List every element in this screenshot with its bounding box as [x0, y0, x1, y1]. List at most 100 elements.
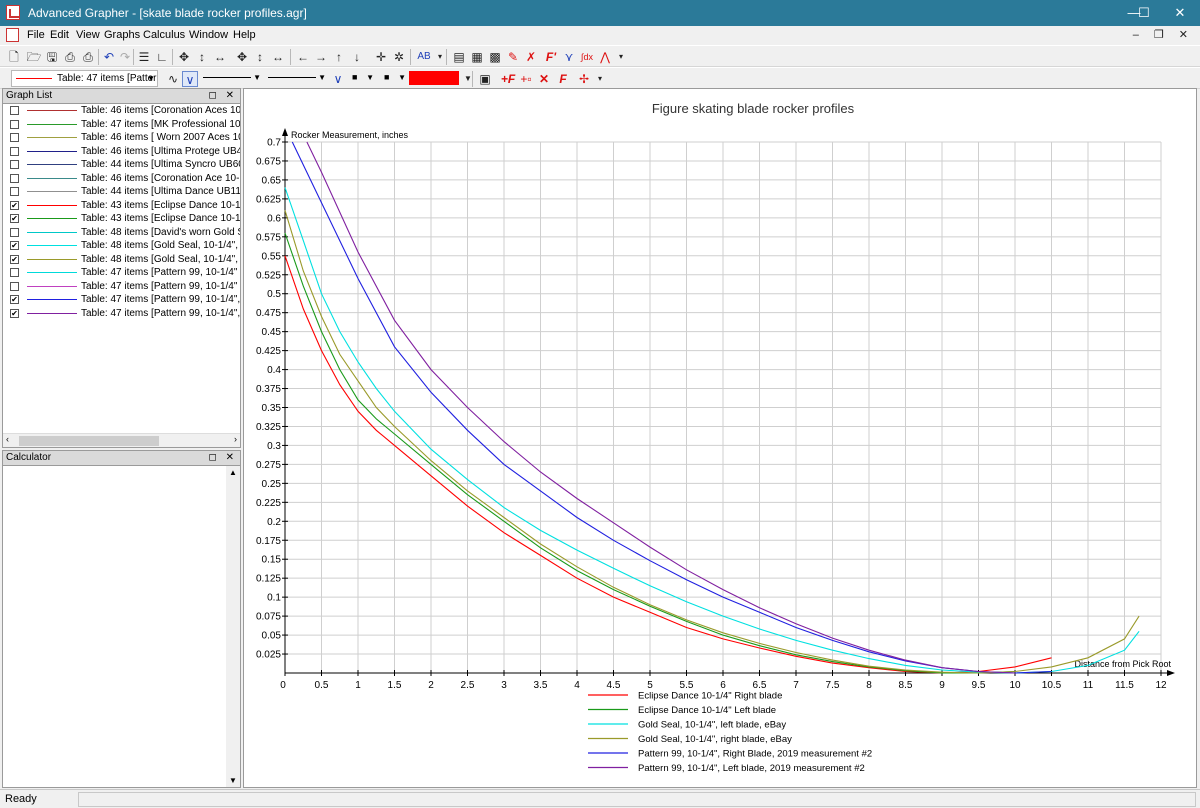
graph-list-item[interactable]: Table: 47 items [Pattern 99, 10-1/4" Rig…	[3, 266, 240, 280]
menu-edit[interactable]: Edit	[50, 29, 69, 41]
scroll-left-icon[interactable]: ←	[295, 49, 311, 65]
scroll-down-arrow-icon[interactable]: ▼	[229, 776, 237, 785]
print-preview-icon[interactable]: ⎙	[62, 49, 78, 65]
visibility-checkbox[interactable]	[10, 106, 19, 115]
visibility-checkbox[interactable]	[10, 173, 19, 183]
open-folder-icon[interactable]: 🗁	[26, 49, 42, 65]
visibility-checkbox[interactable]	[10, 268, 19, 277]
horizontal-scrollbar[interactable]: ‹ ›	[3, 433, 240, 447]
graph-list-item[interactable]: Table: 47 items [MK Professional 10-1/4"	[3, 118, 240, 132]
dropdown-arrow-icon[interactable]: ▾	[613, 49, 629, 65]
close-button[interactable]: ✕	[1158, 0, 1200, 26]
integral-icon[interactable]: ∫dx	[579, 49, 595, 65]
text-label-icon[interactable]: AB	[416, 49, 432, 65]
redo-icon[interactable]: ↷	[117, 49, 133, 65]
scroll-left-arrow-icon[interactable]: ‹	[6, 434, 9, 444]
panel-buttons[interactable]: ◻ ✕	[209, 451, 237, 465]
visibility-checkbox[interactable]	[10, 119, 19, 129]
edit-function-icon[interactable]: F	[555, 71, 571, 87]
graph-list-item[interactable]: Table: 44 items [Ultima Dance UB115 10-1	[3, 185, 240, 199]
visibility-checkbox[interactable]: ✔	[10, 200, 19, 210]
visibility-checkbox[interactable]: ✔	[10, 295, 19, 304]
scroll-right-icon[interactable]: →	[313, 49, 329, 65]
menu-window[interactable]: Window	[189, 29, 228, 41]
intersection-icon[interactable]: ✗	[523, 49, 539, 65]
graph-list-item[interactable]: Table: 46 items [ Worn 2007 Aces 10-1/2"	[3, 131, 240, 145]
axes-icon[interactable]: ∟	[154, 49, 170, 65]
delete-graph-icon[interactable]: ✕	[536, 71, 552, 87]
dropdown-arrow-icon[interactable]: ▾	[592, 71, 608, 87]
menu-view[interactable]: View	[76, 29, 100, 41]
tangent-icon[interactable]: ⋎	[561, 49, 577, 65]
zoom-vertical-icon[interactable]: ↕	[252, 49, 268, 65]
line-mode-icon[interactable]: ∨	[182, 71, 198, 87]
line-width-dropdown[interactable]: ▼	[266, 70, 328, 87]
move-icon[interactable]: ✥	[176, 49, 192, 65]
visibility-checkbox[interactable]	[10, 133, 19, 142]
auto-scale-icon[interactable]: ✲	[391, 49, 407, 65]
scroll-right-arrow-icon[interactable]: ›	[234, 434, 237, 444]
analysis-icon[interactable]: ⋀	[597, 49, 613, 65]
calculator-icon[interactable]: ▦	[469, 49, 485, 65]
vertical-scrollbar[interactable]: ▲ ▼	[226, 466, 240, 787]
graph-list-item[interactable]: ✔ Table: 48 items [Gold Seal, 10-1/4", ri…	[3, 253, 240, 267]
print-icon[interactable]: ⎙	[80, 49, 96, 65]
graph-list-item[interactable]: ✔ Table: 43 items [Eclipse Dance 10-1/4" …	[3, 212, 240, 226]
trace-icon[interactable]: ✢	[576, 71, 592, 87]
vertical-move-icon[interactable]: ↕	[194, 49, 210, 65]
curve-style-icon[interactable]: ∿	[165, 71, 181, 87]
point-mode-icon[interactable]: ∨	[330, 71, 346, 87]
menu-calculus[interactable]: Calculus	[143, 29, 185, 41]
chevron-down-icon[interactable]: ▼	[460, 71, 476, 87]
scroll-up-icon[interactable]: ↑	[331, 49, 347, 65]
visibility-checkbox[interactable]	[10, 187, 19, 196]
horizontal-move-icon[interactable]: ↔	[212, 49, 228, 65]
graph-selector-dropdown[interactable]: Table: 47 items [Pattern 99 ▼	[11, 70, 158, 87]
new-file-icon[interactable]: 🗋	[6, 49, 22, 65]
graph-list-item[interactable]: ✔ Table: 48 items [Gold Seal, 10-1/4", le…	[3, 239, 240, 253]
center-icon[interactable]: ✛	[373, 49, 389, 65]
marker-dropdown[interactable]: ■ ▼	[348, 70, 376, 87]
graph-canvas[interactable]: Figure skating blade rocker profiles 0 0.5…	[243, 88, 1197, 788]
table-icon[interactable]: ▩	[487, 49, 503, 65]
visibility-checkbox[interactable]: ✔	[10, 254, 19, 264]
save-icon[interactable]: 🖫	[44, 49, 60, 65]
graph-list-item[interactable]: ✔ Table: 47 items [Pattern 99, 10-1/4", L…	[3, 307, 240, 321]
graph-properties-icon[interactable]: ▤	[451, 49, 467, 65]
graph-list-item[interactable]: Table: 48 items [David's worn Gold Seal …	[3, 226, 240, 240]
zoom-horizontal-icon[interactable]: ↔	[270, 49, 286, 65]
add-table-icon[interactable]: +▫	[518, 71, 534, 87]
graph-list-item[interactable]: Table: 44 items [Ultima Syncro UB60 10-1…	[3, 158, 240, 172]
panel-buttons[interactable]: ◻ ✕	[209, 89, 237, 103]
visibility-checkbox[interactable]: ✔	[10, 214, 19, 223]
evaluate-icon[interactable]: ✎	[505, 49, 521, 65]
graph-list-item[interactable]: Table: 47 items [Pattern 99, 10-1/4" Lef…	[3, 280, 240, 294]
scroll-up-arrow-icon[interactable]: ▲	[229, 468, 237, 477]
visibility-checkbox[interactable]: ✔	[10, 241, 19, 250]
visibility-checkbox[interactable]	[10, 281, 19, 291]
graph-list-item[interactable]: Table: 46 items [Coronation Aces 10-1/4"	[3, 104, 240, 118]
graph-list-item[interactable]: Table: 46 items [Coronation Ace 10-1/2" …	[3, 172, 240, 186]
visibility-checkbox[interactable]	[10, 160, 19, 169]
zoom-in-icon[interactable]: ✥	[234, 49, 250, 65]
graph-list-item[interactable]: ✔ Table: 47 items [Pattern 99, 10-1/4", R…	[3, 293, 240, 307]
graph-list-item[interactable]: ✔ Table: 43 items [Eclipse Dance 10-1/4" …	[3, 199, 240, 213]
scroll-down-icon[interactable]: ↓	[349, 49, 365, 65]
mdi-window-buttons[interactable]: ‒ ❐ ✕	[1133, 28, 1194, 41]
scrollbar-thumb[interactable]	[19, 436, 159, 446]
list-icon[interactable]: ☰	[136, 49, 152, 65]
add-function-icon[interactable]: +F	[500, 71, 516, 87]
visibility-checkbox[interactable]	[10, 146, 19, 156]
properties-icon[interactable]: ▣	[477, 71, 493, 87]
graph-list-item[interactable]: Table: 46 items [Ultima Protege UB40 10-…	[3, 145, 240, 159]
document-icon[interactable]	[6, 28, 19, 42]
line-color-swatch[interactable]	[409, 71, 459, 85]
derivative-icon[interactable]: F'	[543, 49, 559, 65]
visibility-checkbox[interactable]	[10, 227, 19, 237]
line-style-dropdown[interactable]: ▼	[201, 70, 263, 87]
menu-help[interactable]: Help	[233, 29, 256, 41]
menu-graphs[interactable]: Graphs	[104, 29, 140, 41]
marker-size-dropdown[interactable]: ■ ▼	[380, 70, 408, 87]
undo-icon[interactable]: ↶	[101, 49, 117, 65]
visibility-checkbox[interactable]: ✔	[10, 308, 19, 318]
